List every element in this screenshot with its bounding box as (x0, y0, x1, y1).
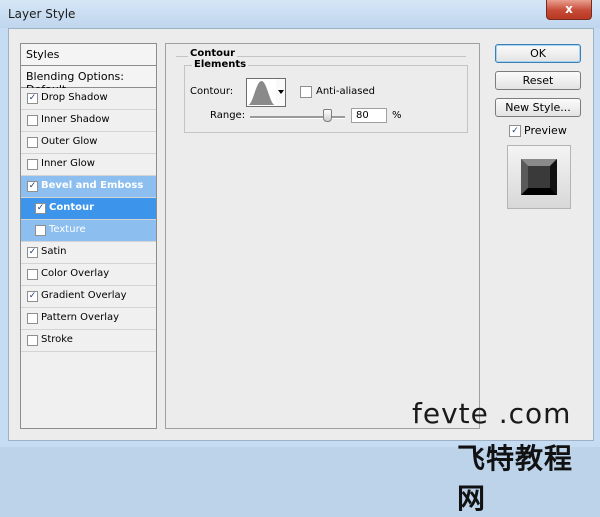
style-item-outer-glow[interactable]: Outer Glow (21, 132, 156, 154)
range-unit: % (392, 110, 402, 121)
anti-aliased-label: Anti-aliased (316, 86, 376, 97)
elements-group (184, 65, 468, 133)
preview-label: Preview (524, 124, 567, 137)
style-item-stroke[interactable]: Stroke (21, 330, 156, 352)
outer-glow-checkbox[interactable] (27, 137, 38, 148)
style-item-label: Inner Glow (41, 158, 95, 169)
preview-checkbox[interactable]: ✓ (509, 125, 521, 137)
contour-picker[interactable] (246, 78, 277, 107)
layer-style-dialog: Layer Style x Styles Blending Options: D… (0, 0, 600, 515)
style-item-label: Drop Shadow (41, 92, 108, 103)
inner-glow-checkbox[interactable] (27, 159, 38, 170)
ok-button[interactable]: OK (495, 44, 581, 63)
style-item-label: Texture (49, 224, 86, 235)
stroke-checkbox[interactable] (27, 335, 38, 346)
style-item-gradient-overlay[interactable]: ✓ Gradient Overlay (21, 286, 156, 308)
elements-group-title: Elements (192, 59, 249, 70)
style-item-inner-glow[interactable]: Inner Glow (21, 154, 156, 176)
bevel-preview-icon (521, 159, 557, 195)
style-item-label: Outer Glow (41, 136, 98, 147)
styles-list: Styles Blending Options: Default ✓ Drop … (20, 43, 157, 429)
contour-checkbox[interactable]: ✓ (35, 203, 46, 214)
contour-group-title: Contour (188, 48, 238, 59)
watermark-chinese: 飞特教程网 (457, 442, 574, 515)
inner-shadow-checkbox[interactable] (27, 115, 38, 126)
style-item-contour[interactable]: ✓ Contour (21, 198, 156, 220)
style-item-texture[interactable]: Texture (21, 220, 156, 242)
style-item-pattern-overlay[interactable]: Pattern Overlay (21, 308, 156, 330)
style-item-label: Pattern Overlay (41, 312, 120, 323)
style-item-label: Stroke (41, 334, 73, 345)
gradient-overlay-checkbox[interactable]: ✓ (27, 291, 38, 302)
range-input[interactable]: 80 (351, 108, 387, 123)
contour-settings-panel: Contour Elements Contour: Anti-aliased R… (165, 43, 480, 429)
styles-header[interactable]: Styles (21, 44, 156, 66)
style-item-label: Bevel and Emboss (41, 180, 144, 191)
style-item-inner-shadow[interactable]: Inner Shadow (21, 110, 156, 132)
style-item-label: Gradient Overlay (41, 290, 127, 301)
texture-checkbox[interactable] (35, 225, 46, 236)
style-item-label: Satin (41, 246, 67, 257)
title-bar[interactable]: Layer Style x (0, 0, 600, 28)
close-button[interactable]: x (546, 0, 592, 20)
style-item-color-overlay[interactable]: Color Overlay (21, 264, 156, 286)
style-item-label: Color Overlay (41, 268, 110, 279)
style-item-bevel-emboss[interactable]: ✓ Bevel and Emboss (21, 176, 156, 198)
color-overlay-checkbox[interactable] (27, 269, 38, 280)
contour-curve-icon (248, 81, 275, 105)
styles-header-label: Styles (26, 48, 60, 61)
dialog-body: Styles Blending Options: Default ✓ Drop … (8, 28, 594, 515)
new-style-button[interactable]: New Style... (495, 98, 581, 117)
reset-button[interactable]: Reset (495, 71, 581, 90)
style-item-label: Inner Shadow (41, 114, 110, 125)
bevel-emboss-checkbox[interactable]: ✓ (27, 181, 38, 192)
drop-shadow-checkbox[interactable]: ✓ (27, 93, 38, 104)
window-title: Layer Style (8, 7, 76, 21)
pattern-overlay-checkbox[interactable] (27, 313, 38, 324)
watermark-domain: fevte .com (412, 397, 572, 430)
contour-label: Contour: (190, 86, 234, 97)
blending-options-item[interactable]: Blending Options: Default (21, 66, 156, 96)
contour-dropdown-arrow-icon[interactable] (276, 78, 286, 107)
satin-checkbox[interactable]: ✓ (27, 247, 38, 258)
range-label: Range: (210, 110, 246, 121)
style-item-label: Contour (49, 202, 95, 213)
range-slider-handle[interactable] (323, 109, 332, 122)
anti-aliased-checkbox[interactable] (300, 86, 312, 98)
style-item-drop-shadow[interactable]: ✓ Drop Shadow (21, 88, 156, 110)
style-item-satin[interactable]: ✓ Satin (21, 242, 156, 264)
style-preview (507, 145, 571, 209)
